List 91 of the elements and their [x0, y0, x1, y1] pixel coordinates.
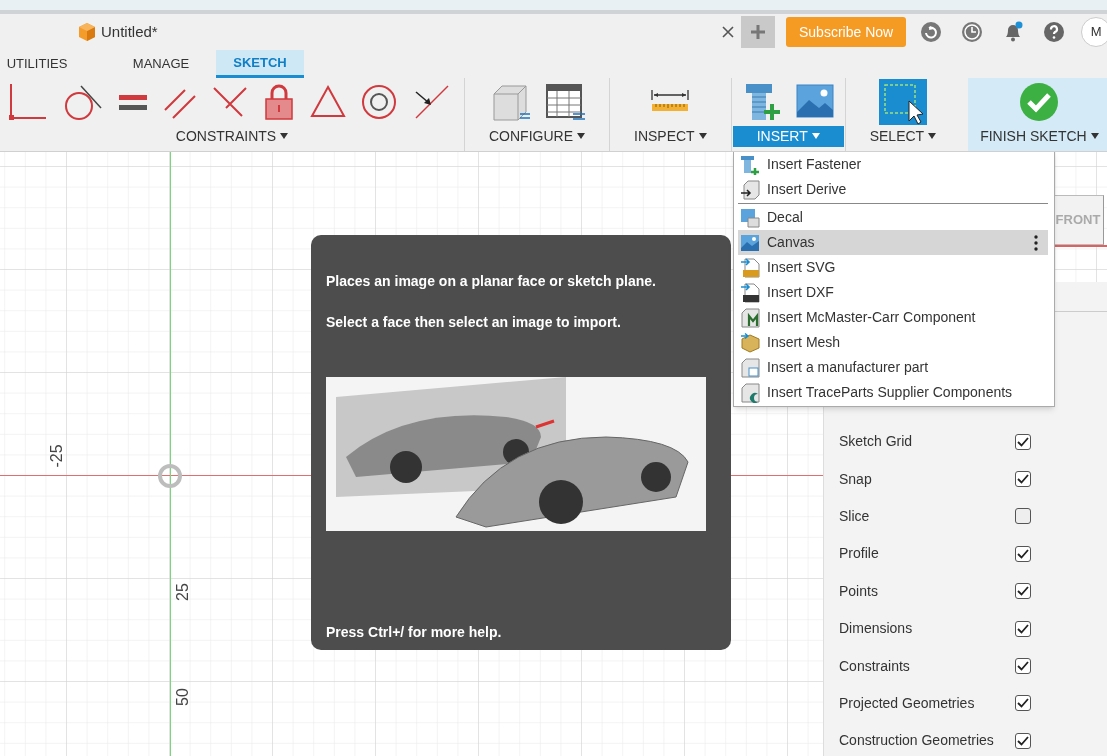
- tooltip-description: Places an image on a planar face or sketch plane.: [326, 272, 657, 291]
- checkmark-icon: [1017, 548, 1029, 559]
- toolbar-group-menu[interactable]: INSPECT: [610, 125, 731, 147]
- menu-item-label: Decal: [767, 208, 803, 227]
- option-label: Sketch Grid: [839, 432, 914, 452]
- menu-item-label: Insert DXF: [767, 283, 834, 302]
- cube-icon: [740, 357, 760, 378]
- image-icon: [740, 207, 760, 228]
- checkmark-icon: [1017, 698, 1029, 709]
- close-icon[interactable]: [722, 26, 734, 38]
- menu-item-label: Insert McMaster-Carr Component: [767, 308, 976, 327]
- menu-item[interactable]: Insert Derive: [738, 177, 1048, 202]
- caret-icon: [280, 133, 289, 140]
- option-label: Construction Geometries: [839, 731, 995, 751]
- tooltip-help-hint: Press Ctrl+/ for more help.: [326, 623, 503, 642]
- option-label: Constraints: [839, 656, 911, 676]
- caret-icon: [698, 133, 707, 140]
- menu-item-label: Insert Mesh: [767, 333, 841, 352]
- help-icon[interactable]: [1043, 21, 1066, 43]
- checkbox[interactable]: [1015, 658, 1031, 675]
- menu-item[interactable]: Insert TraceParts Supplier Components: [738, 380, 1048, 405]
- cube-icon: [740, 179, 760, 200]
- cube-icon: [740, 382, 760, 403]
- menu-item[interactable]: Decal: [738, 205, 1048, 230]
- file-icon: [740, 282, 760, 303]
- toolbar-group-menu[interactable]: FINISH SKETCH: [968, 125, 1107, 147]
- bolt-icon: [740, 154, 760, 175]
- checkbox[interactable]: [1015, 695, 1031, 712]
- caret-icon: [1090, 133, 1099, 140]
- checkbox[interactable]: [1015, 508, 1031, 525]
- caret-icon: [928, 133, 937, 140]
- menu-item[interactable]: Insert DXF: [738, 280, 1048, 305]
- document-tab-title: Untitled*: [101, 21, 158, 42]
- checkbox[interactable]: [1015, 583, 1031, 600]
- menu-item-label: Insert Derive: [767, 180, 847, 199]
- select-icon[interactable]: [878, 78, 927, 125]
- clock-icon[interactable]: [961, 21, 984, 43]
- origin-point: [157, 463, 183, 489]
- checkbox[interactable]: [1015, 545, 1031, 562]
- menu-item-label: Insert a manufacturer part: [767, 358, 929, 377]
- axis-label: 25: [173, 582, 192, 603]
- check-icon[interactable]: [1019, 81, 1060, 122]
- checkbox[interactable]: [1015, 433, 1031, 450]
- more-options-icon[interactable]: [1034, 234, 1038, 251]
- toolbar-group-menu[interactable]: SELECT: [845, 125, 961, 147]
- avatar[interactable]: M: [1081, 17, 1107, 47]
- toolbar-group-menu[interactable]: CONSTRAINTS: [151, 125, 313, 147]
- ribbon-tab[interactable]: UTILITIES: [0, 50, 82, 78]
- checkmark-icon: [1017, 735, 1029, 746]
- checkmark-icon: [1017, 436, 1029, 447]
- checkmark-icon: [1017, 661, 1029, 672]
- table-icon[interactable]: [544, 81, 585, 122]
- cube-icon: [78, 22, 96, 42]
- axis-label: -25: [47, 443, 66, 470]
- axis-label: 50: [173, 687, 192, 708]
- checkmark-icon: [1017, 623, 1029, 634]
- menu-item[interactable]: Insert a manufacturer part: [738, 355, 1048, 380]
- plus-icon: [750, 24, 766, 40]
- coincident-icon[interactable]: [8, 81, 48, 122]
- tooltip-instruction: Select a face then select an image to import.: [326, 313, 622, 332]
- menu-item[interactable]: Insert Fastener: [738, 152, 1048, 177]
- ribbon-tab[interactable]: MANAGE: [118, 50, 204, 78]
- option-label: Projected Geometries: [839, 693, 976, 713]
- menu-item[interactable]: Insert SVG: [738, 255, 1048, 280]
- file-icon: [740, 257, 760, 278]
- option-label: Slice: [839, 506, 871, 526]
- menu-item-label: Insert TraceParts Supplier Components: [767, 383, 1013, 402]
- refresh-icon[interactable]: [920, 21, 943, 43]
- option-label: Points: [839, 581, 879, 601]
- menu-item[interactable]: Insert Mesh: [738, 330, 1048, 355]
- option-label: Snap: [839, 469, 873, 489]
- option-label: Profile: [839, 544, 880, 564]
- menu-item-label: Insert Fastener: [767, 155, 862, 174]
- image-icon: [740, 232, 760, 253]
- checkbox[interactable]: [1015, 620, 1031, 637]
- menu-item-label: Canvas: [767, 233, 815, 252]
- caret-icon: [811, 133, 820, 140]
- checkbox[interactable]: [1015, 471, 1031, 488]
- menu-item-label: Insert SVG: [767, 258, 836, 277]
- box-icon: [740, 332, 760, 353]
- checkmark-icon: [1017, 586, 1029, 597]
- new-tab-button[interactable]: [741, 16, 775, 48]
- checkbox[interactable]: [1015, 732, 1031, 749]
- toolbar-group-menu[interactable]: INSERT: [732, 125, 844, 147]
- checkmark-icon: [1017, 474, 1029, 485]
- cube-icon: [740, 307, 760, 328]
- toolbar-group-menu[interactable]: CONFIGURE: [465, 125, 609, 147]
- option-label: Dimensions: [839, 619, 914, 639]
- menu-item[interactable]: Canvas: [738, 230, 1048, 255]
- menu-item[interactable]: Insert McMaster-Carr Component: [738, 305, 1048, 330]
- caret-icon: [577, 133, 585, 140]
